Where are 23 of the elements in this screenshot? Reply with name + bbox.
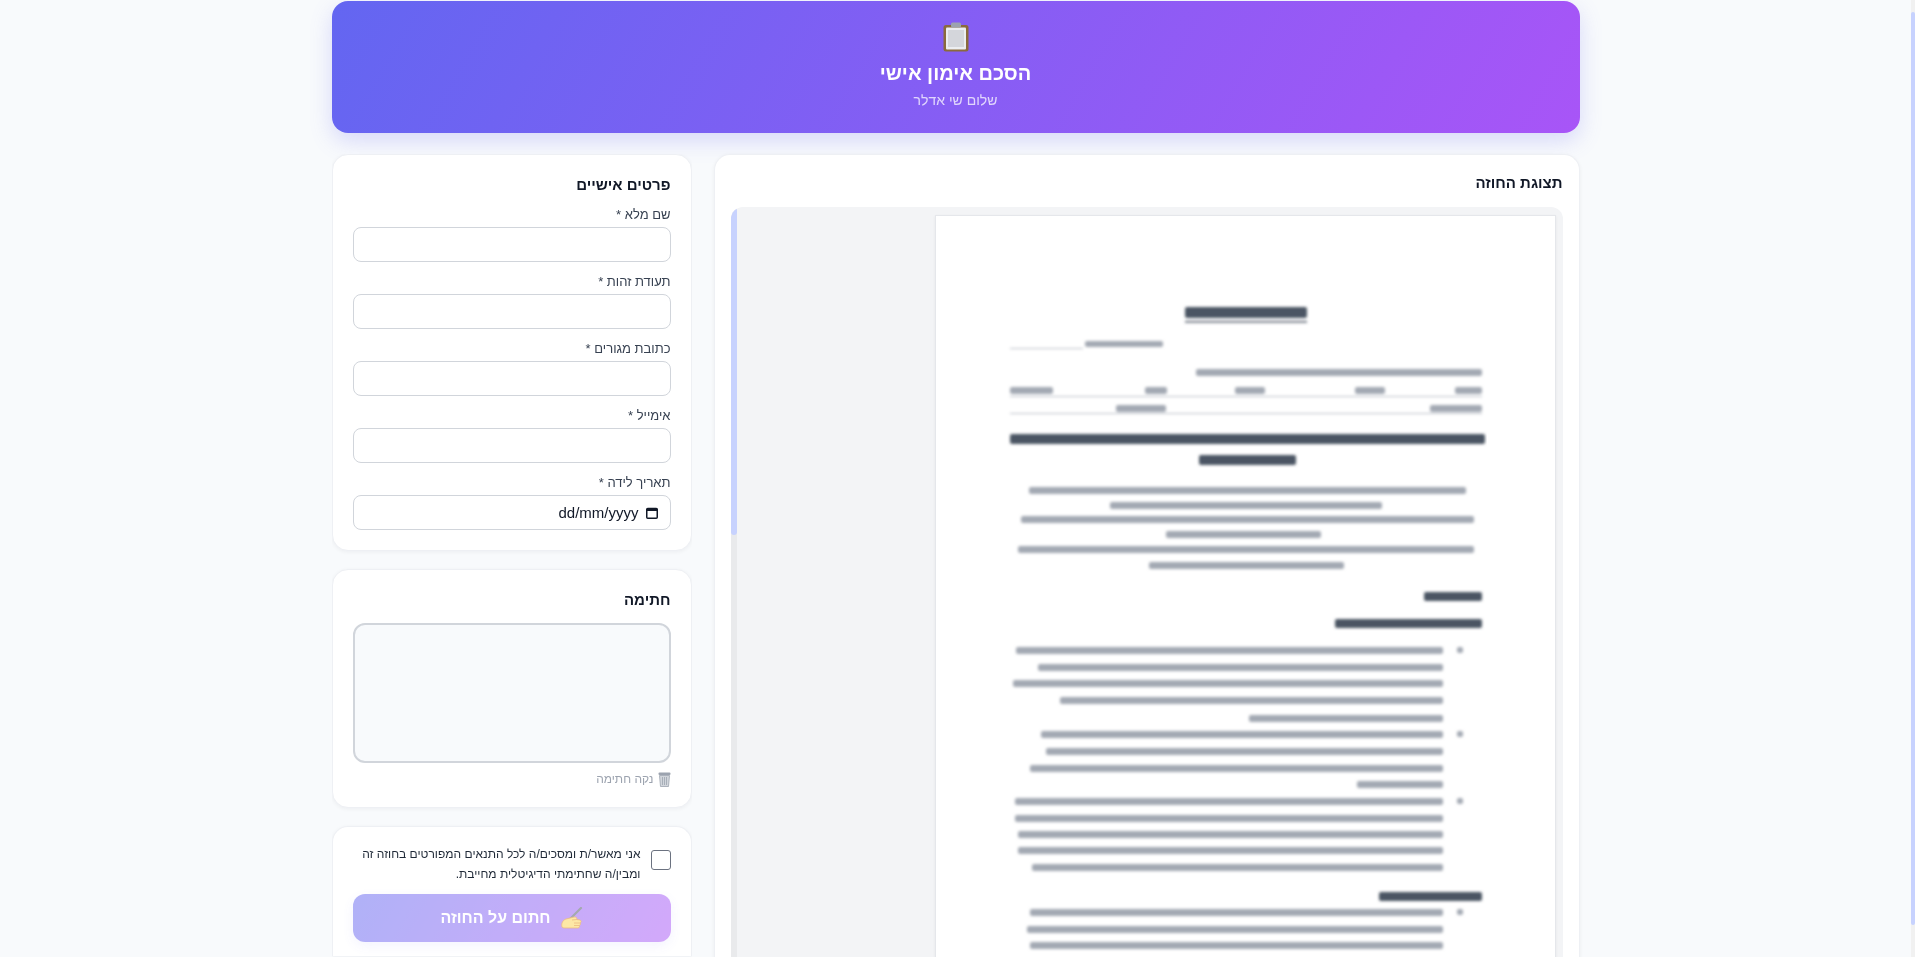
- clipboard-icon: [942, 22, 969, 52]
- field-label: כתובת מגורים *: [584, 341, 671, 357]
- field-label: תאריך לידה *: [597, 475, 671, 491]
- greeting-text: שלום שי אדלר: [913, 91, 998, 109]
- field-label: אימייל *: [626, 408, 671, 424]
- signature-pad[interactable]: [352, 623, 671, 763]
- input-field[interactable]: [352, 294, 671, 329]
- section-title: פרטים אישיים: [575, 175, 671, 195]
- input-field[interactable]: [352, 361, 671, 396]
- input-field[interactable]: [352, 428, 671, 463]
- date-field[interactable]: dd/mm/yyyy: [352, 495, 671, 530]
- field-label: שם מלא *: [615, 207, 671, 223]
- input-field[interactable]: [352, 227, 671, 262]
- section-title: חתימה: [622, 590, 671, 610]
- trash-icon: [657, 771, 671, 787]
- page-title: הסכם אימון אישי: [879, 61, 1032, 85]
- consent-text: אני מאשר/ת ומסכים/ה לכל התנאים המפורטים בחוזה זה ומבין/ה שחתימתי הדיגיטלית מחייבת.: [361, 846, 641, 883]
- field-label: תעודת זהות *: [597, 274, 671, 290]
- scrollbar-thumb[interactable]: [730, 208, 737, 535]
- clear-signature-button[interactable]: נקה חתימה: [596, 771, 671, 787]
- checkbox[interactable]: [650, 850, 671, 870]
- preview-title: תצוגת החוזה: [1474, 173, 1563, 193]
- writing-hand-icon: [558, 907, 583, 929]
